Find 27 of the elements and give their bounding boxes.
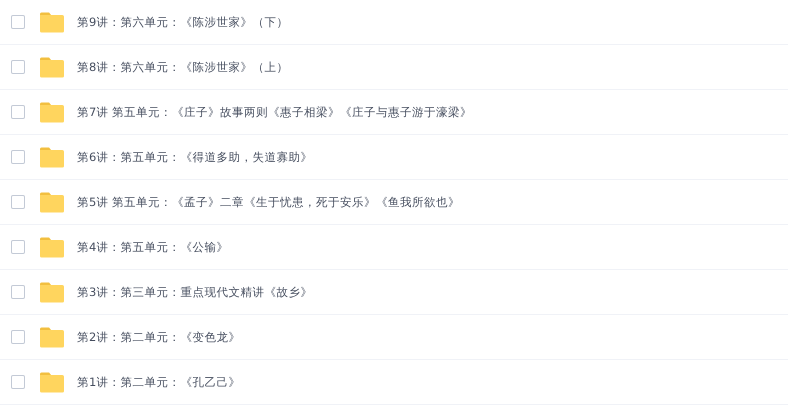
checkbox[interactable] <box>11 150 25 164</box>
folder-name[interactable]: 第7讲 第五单元：《庄子》故事两则《惠子相梁》《庄子与惠子游于濠梁》 <box>77 104 472 120</box>
folder-name[interactable]: 第5讲 第五单元：《孟子》二章《生于忧患，死于安乐》《鱼我所欲也》 <box>77 194 460 210</box>
folder-name[interactable]: 第1讲：第二单元：《孔乙己》 <box>77 374 240 390</box>
folder-name[interactable]: 第8讲：第六单元：《陈涉世家》（上） <box>77 60 288 74</box>
folder-name[interactable]: 第2讲：第二单元：《变色龙》 <box>77 330 240 344</box>
folder-name[interactable]: 第4讲：第五单元：《公输》 <box>77 240 228 254</box>
checkbox[interactable] <box>11 15 25 29</box>
folder-name[interactable]: 第9讲：第六单元：《陈涉世家》（下） <box>77 14 288 30</box>
folder-icon <box>39 146 65 168</box>
folder-icon <box>39 102 65 122</box>
checkbox[interactable] <box>11 375 25 389</box>
folder-icon <box>39 282 65 302</box>
folder-icon <box>39 236 65 258</box>
folder-name[interactable]: 第6讲：第五单元：《得道多助，失道寡助》 <box>77 150 312 164</box>
checkbox[interactable] <box>11 330 25 344</box>
checkbox[interactable] <box>11 105 25 119</box>
checkbox[interactable] <box>11 195 25 209</box>
folder-icon <box>39 192 65 212</box>
checkbox[interactable] <box>11 60 25 74</box>
checkbox[interactable] <box>11 285 25 299</box>
folder-icon <box>39 326 65 348</box>
folder-icon <box>39 56 65 78</box>
folder-icon <box>39 372 65 392</box>
folder-name[interactable]: 第3讲：第三单元：重点现代文精讲《故乡》 <box>77 284 312 300</box>
checkbox[interactable] <box>11 240 25 254</box>
folder-icon <box>39 12 65 32</box>
